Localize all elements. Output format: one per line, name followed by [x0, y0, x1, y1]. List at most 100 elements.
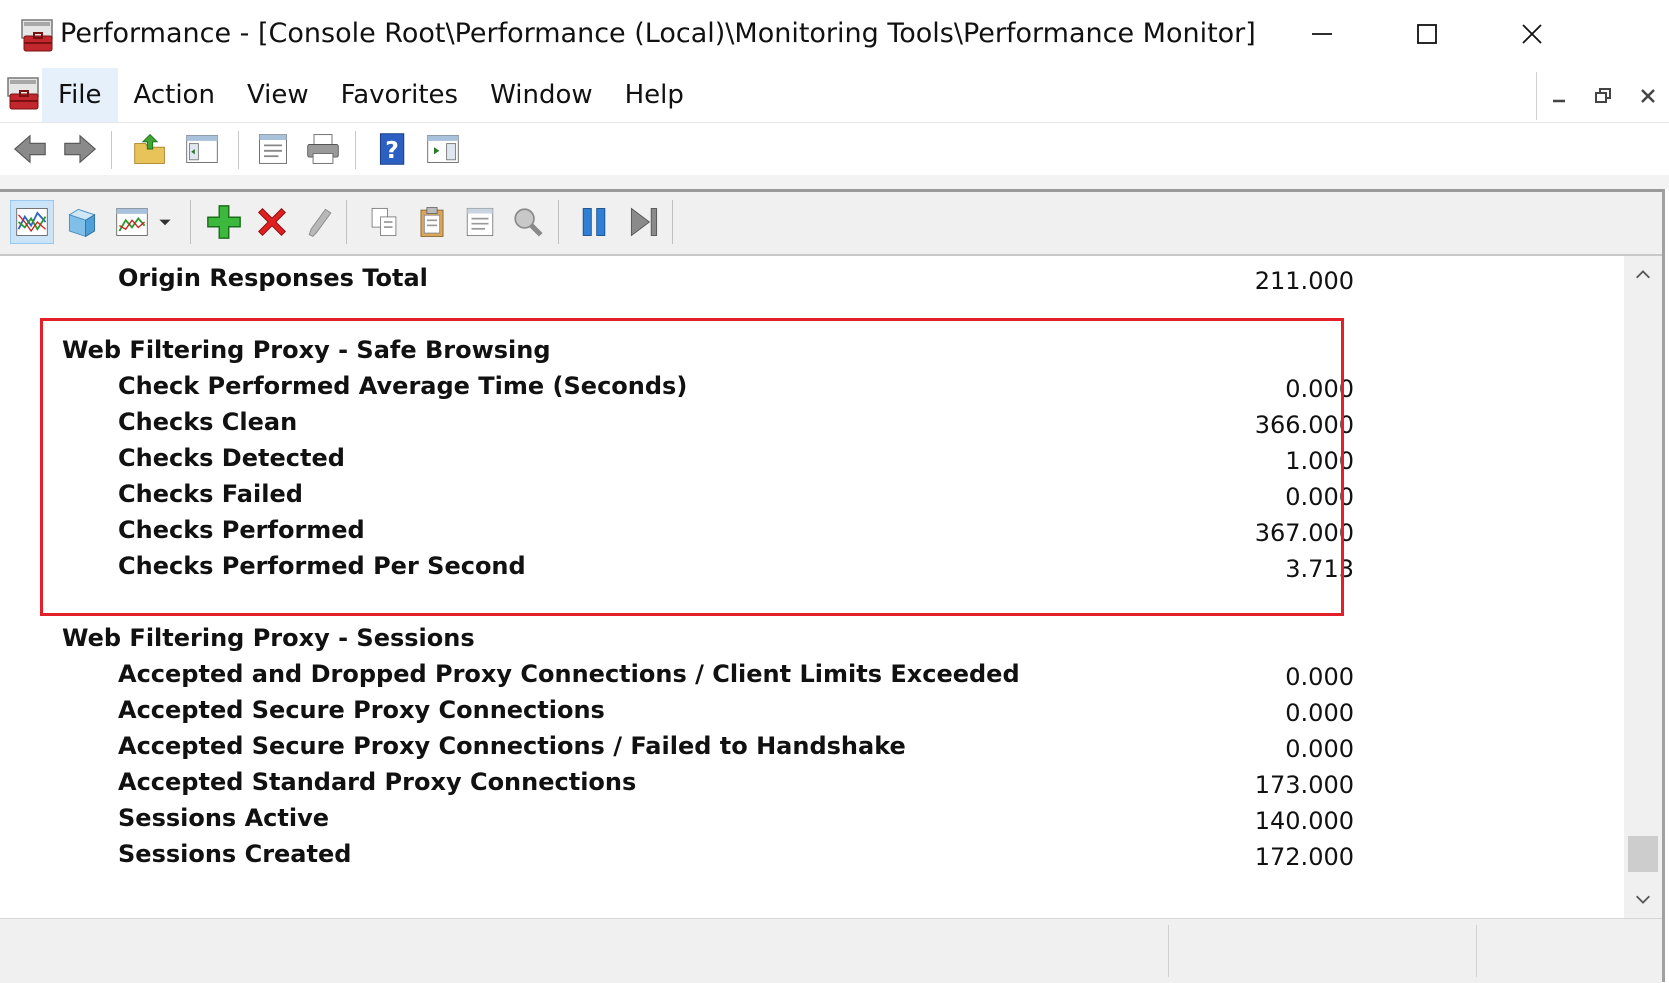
toolbar-gap: [0, 175, 1669, 189]
add-counter-icon: [207, 205, 241, 239]
up-one-level-button[interactable]: [130, 129, 170, 169]
performance-app-icon[interactable]: [20, 18, 56, 54]
counter-label: Checks Clean: [118, 408, 298, 436]
counter-row[interactable]: Accepted Standard Proxy Connections 173.…: [4, 768, 1624, 804]
view-log-data-icon: [68, 208, 96, 238]
counter-row[interactable]: Checks Performed 367.000: [4, 516, 1624, 552]
counter-value: 366.000: [1254, 411, 1354, 439]
counter-value: 140.000: [1254, 807, 1354, 835]
maximize-icon: [1416, 24, 1437, 44]
vertical-scrollbar[interactable]: [1624, 256, 1662, 918]
counter-value: 0.000: [1285, 699, 1354, 727]
counter-label: Accepted Secure Proxy Connections / Fail…: [118, 732, 906, 760]
update-data-button[interactable]: [622, 200, 666, 244]
counter-value: 0.000: [1285, 735, 1354, 763]
view-current-activity-icon: [16, 208, 48, 236]
dropdown-arrow-icon: [159, 219, 171, 226]
child-close-button[interactable]: [1633, 81, 1663, 111]
change-graph-type-button[interactable]: [110, 200, 154, 244]
print-button[interactable]: [303, 129, 343, 169]
highlight-button[interactable]: [298, 200, 342, 244]
highlight-icon: [308, 208, 332, 237]
counter-row[interactable]: Checks Performed Per Second 3.713: [4, 552, 1624, 588]
category-row[interactable]: Web Filtering Proxy - Safe Browsing: [4, 336, 1624, 372]
show-hide-console-tree-button[interactable]: [182, 129, 222, 169]
help-button[interactable]: ?: [373, 129, 413, 169]
view-log-data-button[interactable]: [60, 200, 104, 244]
counter-row[interactable]: Checks Detected 1.000: [4, 444, 1624, 480]
paste-counter-list-icon: [420, 207, 444, 237]
counter-value: 0.000: [1285, 663, 1354, 691]
counter-label: Checks Failed: [118, 480, 303, 508]
title-bar: Performance - [Console Root\Performance …: [0, 0, 1669, 69]
counter-row[interactable]: Checks Clean 366.000: [4, 408, 1624, 444]
counter-value: 211.000: [1254, 267, 1354, 295]
counter-label: Checks Performed: [118, 516, 365, 544]
report-view[interactable]: Origin Responses Total 211.000 Web Filte…: [4, 256, 1624, 918]
back-button[interactable]: [10, 129, 50, 169]
category-label: Web Filtering Proxy - Safe Browsing: [62, 336, 551, 364]
counter-row[interactable]: Accepted and Dropped Proxy Connections /…: [4, 660, 1624, 696]
menu-favorites[interactable]: Favorites: [325, 68, 474, 122]
minimize-button[interactable]: [1269, 0, 1374, 68]
add-counter-button[interactable]: [202, 200, 246, 244]
delete-counter-icon: [258, 208, 286, 236]
counter-value: 3.713: [1285, 555, 1354, 583]
menu-action[interactable]: Action: [118, 68, 231, 122]
counter-row[interactable]: Accepted Secure Proxy Connections / Fail…: [4, 732, 1624, 768]
counter-value: 0.000: [1285, 375, 1354, 403]
child-window-controls: [1536, 72, 1669, 120]
toolbar-separator: [558, 200, 559, 244]
view-current-activity-button[interactable]: [10, 200, 54, 244]
console-system-menu-icon[interactable]: [6, 76, 42, 112]
show-hide-action-pane-button[interactable]: [423, 129, 463, 169]
chevron-up-icon: [1636, 270, 1650, 279]
counter-row[interactable]: Accepted Secure Proxy Connections 0.000: [4, 696, 1624, 732]
counter-row[interactable]: Checks Failed 0.000: [4, 480, 1624, 516]
counter-row[interactable]: Sessions Active 140.000: [4, 804, 1624, 840]
copy-properties-icon: [371, 207, 397, 237]
minimize-icon: [1553, 99, 1566, 103]
category-label: Web Filtering Proxy - Sessions: [62, 624, 475, 652]
properties-icon: [259, 134, 287, 164]
child-restore-button[interactable]: [1588, 81, 1618, 111]
counter-properties-button[interactable]: [458, 200, 502, 244]
counter-label: Origin Responses Total: [118, 264, 428, 292]
performance-monitor-pane: Origin Responses Total 211.000 Web Filte…: [0, 189, 1665, 983]
change-graph-type-icon: [116, 208, 148, 236]
delete-counter-button[interactable]: [250, 200, 294, 244]
counter-value: 0.000: [1285, 483, 1354, 511]
counter-value: 172.000: [1254, 843, 1354, 871]
maximize-button[interactable]: [1374, 0, 1479, 68]
zoom-button[interactable]: [506, 200, 550, 244]
scroll-up-button[interactable]: [1624, 256, 1662, 294]
freeze-display-button[interactable]: [572, 200, 616, 244]
counter-label: Checks Detected: [118, 444, 345, 472]
counter-row[interactable]: Sessions Created 172.000: [4, 840, 1624, 876]
back-icon: [13, 134, 46, 164]
category-row[interactable]: Web Filtering Proxy - Sessions: [4, 624, 1624, 660]
child-minimize-button[interactable]: [1544, 81, 1574, 111]
copy-properties-button[interactable]: [362, 200, 406, 244]
up-folder-icon: [134, 133, 165, 164]
menu-view[interactable]: View: [231, 68, 325, 122]
freeze-display-icon: [582, 208, 606, 236]
scroll-down-button[interactable]: [1624, 880, 1662, 918]
counter-row[interactable]: Check Performed Average Time (Seconds) 0…: [4, 372, 1624, 408]
counter-row[interactable]: Origin Responses Total 211.000: [4, 264, 1624, 300]
close-icon: [1640, 89, 1655, 103]
scrollbar-thumb[interactable]: [1628, 836, 1658, 872]
menu-file[interactable]: File: [42, 68, 118, 122]
close-button[interactable]: [1479, 0, 1584, 68]
forward-button[interactable]: [60, 129, 100, 169]
properties-button[interactable]: [253, 129, 293, 169]
graph-type-dropdown[interactable]: [150, 200, 180, 244]
menu-window[interactable]: Window: [474, 68, 609, 122]
paste-counter-list-button[interactable]: [410, 200, 454, 244]
chevron-down-icon: [1636, 895, 1650, 904]
toolbar-separator: [190, 200, 191, 244]
performance-monitor-toolbar: [0, 192, 1662, 256]
menu-help[interactable]: Help: [609, 68, 700, 122]
close-icon: [1521, 24, 1542, 44]
show-hide-action-pane-icon: [427, 135, 459, 163]
